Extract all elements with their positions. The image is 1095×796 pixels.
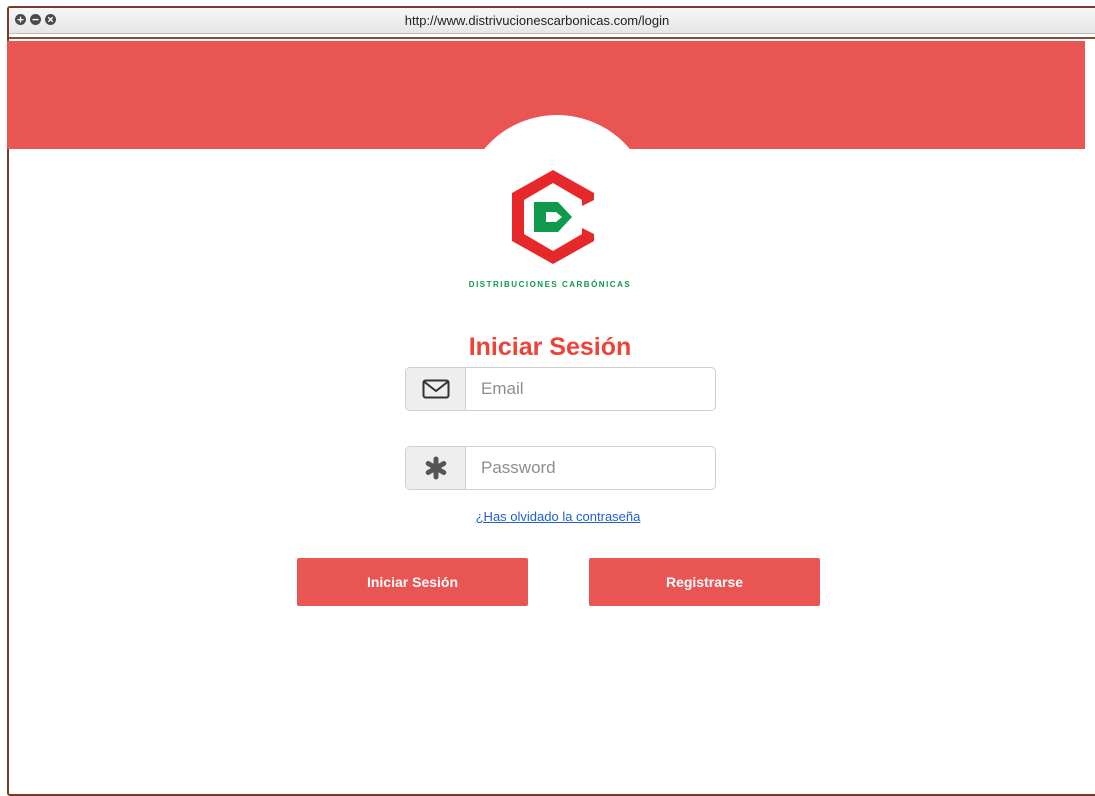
brand-name: DISTRIBUCIONES CARBÓNICAS (468, 280, 632, 289)
register-button[interactable]: Registrarse (589, 558, 820, 606)
email-input[interactable] (466, 368, 715, 410)
hero-banner (7, 41, 1085, 305)
browser-titlebar: http://www.distrivucionescarbonicas.com/… (9, 8, 1095, 34)
email-field (405, 367, 716, 411)
company-logo (512, 170, 594, 264)
password-input[interactable] (466, 447, 715, 489)
login-title: Iniciar Sesión (468, 333, 632, 361)
login-button[interactable]: Iniciar Sesión (297, 558, 528, 606)
titlebar-divider (9, 34, 1095, 39)
envelope-icon (406, 368, 466, 410)
forgot-password-link[interactable]: ¿Has olvidado la contraseña (400, 509, 716, 524)
asterisk-icon (406, 447, 466, 489)
address-bar[interactable]: http://www.distrivucionescarbonicas.com/… (9, 13, 1095, 28)
password-field (405, 446, 716, 490)
